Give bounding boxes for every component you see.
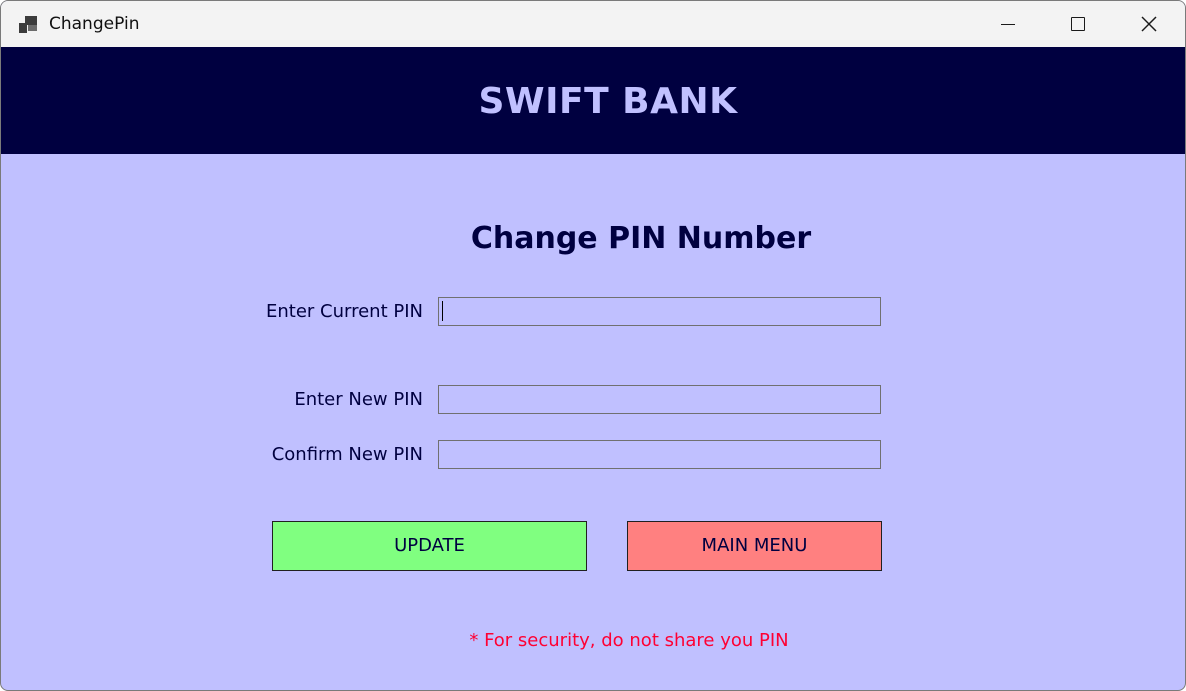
new-pin-label: Enter New PIN [294,389,423,410]
page-title: Change PIN Number [470,221,812,256]
update-button[interactable]: UPDATE [272,521,587,571]
current-pin-label: Enter Current PIN [266,301,423,322]
header-band: SWIFT BANK [1,47,1185,154]
app-icon [19,16,39,34]
confirm-pin-input[interactable] [438,440,881,469]
minimize-icon [1001,24,1015,25]
change-pin-window: ChangePin SWIFT BANK Change PIN Number E… [0,0,1186,691]
confirm-pin-label: Confirm New PIN [271,444,423,465]
new-pin-input[interactable] [438,385,881,414]
security-warning: * For security, do not share you PIN [469,630,789,651]
current-pin-input[interactable] [438,297,881,326]
window-title: ChangePin [49,14,140,34]
maximize-icon [1071,17,1085,31]
minimize-button[interactable] [973,1,1041,47]
title-bar[interactable]: ChangePin [1,1,1185,47]
close-button[interactable] [1113,1,1181,47]
close-icon [1141,16,1157,32]
text-caret [442,301,443,321]
bank-brand: SWIFT BANK [478,81,738,122]
main-menu-button[interactable]: MAIN MENU [627,521,882,571]
maximize-button[interactable] [1043,1,1111,47]
